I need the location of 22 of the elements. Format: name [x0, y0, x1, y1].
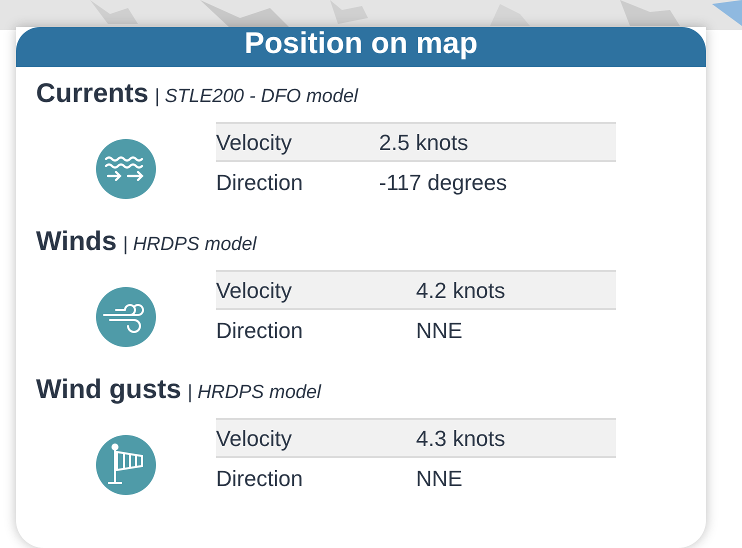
row-label: Direction	[216, 464, 304, 492]
model-label: | HRDPS model	[122, 233, 257, 257]
model-label: | STLE200 - DFO model	[154, 85, 358, 109]
row-value: 2.5 knots	[379, 128, 468, 156]
section-title: Currents	[36, 77, 149, 110]
row-value: NNE	[416, 464, 462, 492]
wind-icon	[96, 287, 156, 347]
row-label: Direction	[216, 168, 304, 196]
panel-title: Position on map	[244, 29, 478, 59]
row-label: Velocity	[216, 128, 293, 157]
row-label: Velocity	[216, 424, 293, 453]
windsock-icon	[96, 435, 156, 495]
model-label: | HRDPS model	[187, 381, 322, 405]
row-label: Velocity	[216, 276, 293, 305]
row-label: Direction	[216, 316, 304, 344]
row-value: 4.3 knots	[416, 424, 506, 452]
section-title: Wind gusts	[36, 373, 182, 406]
row-value: 4.2 knots	[416, 276, 506, 304]
row-value: NNE	[416, 316, 462, 344]
row-value: -117 degrees	[379, 168, 508, 197]
waves-icon	[96, 139, 156, 199]
section-title: Winds	[36, 225, 117, 258]
